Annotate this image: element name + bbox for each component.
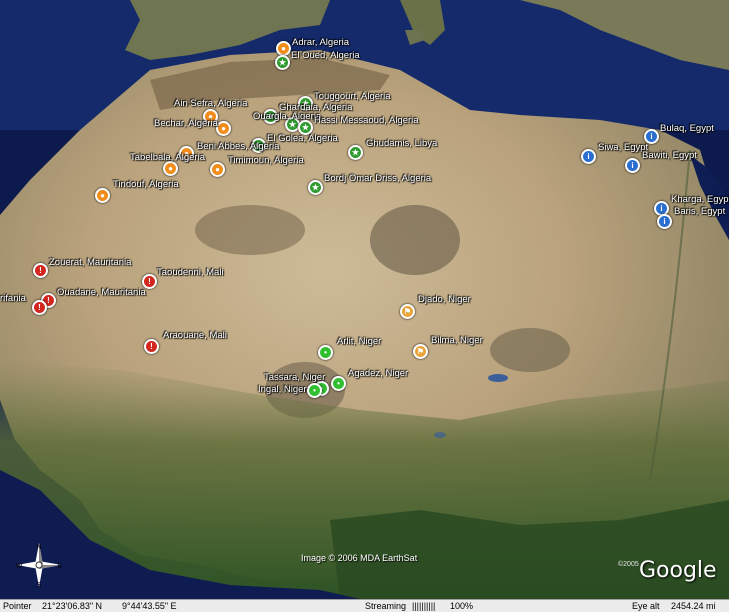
placemark-label[interactable]: Tabelbala, Algeria [130,152,205,163]
streaming-label: Streaming [365,601,407,611]
satellite-imagery [0,0,729,599]
warning-icon: ! [148,276,151,286]
person-icon: ● [221,123,226,133]
warning-icon: ! [47,295,50,305]
eye-alt-label: Eye alt [632,601,660,611]
placemark-green[interactable]: ★ [308,180,323,195]
compass-n: N [36,544,41,551]
placemark-label[interactable]: Ingal, Niger [258,384,307,395]
placemark-ngreen[interactable]: • [307,383,322,398]
person-icon: ● [281,43,286,53]
compass-s: S [37,582,42,589]
person-icon: ● [215,164,220,174]
star-icon: ★ [301,122,310,132]
compass-rose-icon[interactable]: N S E W [14,540,64,590]
pointer-lon: 9°44'43.55" E [122,601,177,611]
map-viewport[interactable]: ● Adrar, Algeria ★ El Oued, Algeria ★ Touggou… [0,0,729,599]
placemark-label[interactable]: Touggourt, Algeria [314,91,391,102]
placemark-label[interactable]: Zouerat, Mauritania [49,257,131,268]
placemark-label[interactable]: Timimoun, Algeria [228,155,304,166]
placemark-blue[interactable]: i [625,158,640,173]
compass-e: E [58,563,63,570]
streaming-bar: |||||||||| [412,601,436,611]
placemark-label[interactable]: rifania [0,293,26,304]
placemark-label[interactable]: Tassara, Niger [264,372,325,383]
placemark-flag[interactable]: ⚑ [400,304,415,319]
info-icon: i [631,160,634,170]
placemark-orange[interactable]: ● [276,41,291,56]
placemark-label[interactable]: Agadez, Niger [348,368,408,379]
info-icon: i [663,216,666,226]
placemark-label[interactable]: Adrar, Algeria [292,37,349,48]
google-logo: Google [639,558,717,583]
placemark-ngreen[interactable]: • [331,376,346,391]
placemark-label[interactable]: Taoudenni, Mali [157,267,224,278]
placemark-orange[interactable]: ● [210,162,225,177]
copyright-year: ©2005 [618,561,639,568]
placemark-green[interactable]: ★ [348,145,363,160]
placemark-ngreen[interactable]: • [318,345,333,360]
info-icon: i [587,151,590,161]
imagery-credit: Image © 2006 MDA EarthSat [301,553,418,563]
placemark-orange[interactable]: ● [163,161,178,176]
flag-icon: ⚑ [416,346,425,356]
placemark-label[interactable]: Ouadane, Mauritania [57,287,146,298]
dot-icon: • [337,378,340,388]
status-bar: Pointer 21°23'06.83" N 9°44'43.55" E Str… [0,599,729,612]
placemark-red[interactable]: ! [33,263,48,278]
placemark-label[interactable]: Bordj Omar Driss, Algeria [324,173,431,184]
dot-icon: • [324,347,327,357]
placemark-label[interactable]: Beni Abbes, Algeria [197,141,279,152]
pointer-lat: 21°23'06.83" N [42,601,103,611]
placemark-label[interactable]: Bechar, Algeria [154,118,218,129]
warning-icon: ! [39,265,42,275]
placemark-label[interactable]: Tindouf, Algeria [113,179,179,190]
placemark-label[interactable]: Bilma, Niger [431,335,483,346]
compass-w: W [16,563,23,570]
placemark-label[interactable]: Ain Sefra, Algeria [174,98,247,109]
placemark-label[interactable]: Siwa, Egypt [598,142,648,153]
placemark-label[interactable]: Bawiti, Egypt [642,150,697,161]
placemark-blue[interactable]: i [581,149,596,164]
placemark-label[interactable]: Bulaq, Egypt [660,123,714,134]
star-icon: ★ [278,57,287,67]
placemark-red[interactable]: ! [32,300,47,315]
placemark-label[interactable]: Baris, Egypt [674,206,725,217]
placemark-blue[interactable]: i [657,214,672,229]
placemark-label[interactable]: Hassi Messaoud, Algeria [314,115,419,126]
star-icon: ★ [351,147,360,157]
placemark-label[interactable]: Ghudamis, Libya [366,138,437,149]
info-icon: i [650,131,653,141]
placemark-label[interactable]: Kharga, Egypt [671,194,729,205]
placemark-label[interactable]: Araouane, Mali [163,330,227,341]
star-icon: ★ [311,182,320,192]
placemark-blue[interactable]: i [644,129,659,144]
placemark-label[interactable]: El Oued, Algeria [291,50,360,61]
placemark-orange[interactable]: ● [216,121,231,136]
streaming-percent: 100% [450,601,474,611]
flag-icon: ⚑ [403,306,412,316]
placemark-red[interactable]: ! [144,339,159,354]
pointer-label: Pointer [3,601,32,611]
info-icon: i [660,203,663,213]
warning-icon: ! [150,341,153,351]
placemark-orange[interactable]: ● [95,188,110,203]
eye-alt-value: 2454.24 mi [671,601,716,611]
placemark-label[interactable]: Ouargla, Algeria [253,111,321,122]
placemark-green[interactable]: ★ [275,55,290,70]
warning-icon: ! [38,302,41,312]
placemark-flag[interactable]: ⚑ [413,344,428,359]
person-icon: ● [100,190,105,200]
placemark-label[interactable]: Djado, Niger [418,294,471,305]
person-icon: ● [168,163,173,173]
placemark-label[interactable]: Arlit, Niger [337,336,381,347]
dot-icon: • [313,385,316,395]
